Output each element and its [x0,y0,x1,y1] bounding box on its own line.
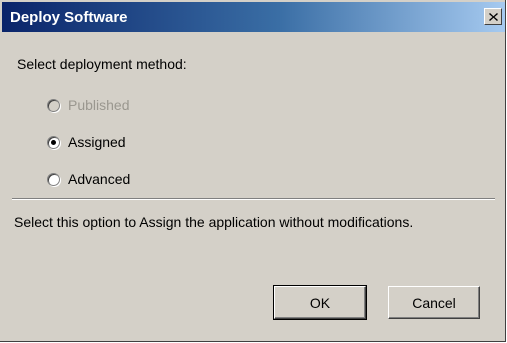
separator [12,198,495,200]
option-description: Select this option to Assign the applica… [14,214,414,230]
radio-advanced-label: Advanced [68,171,131,187]
radio-published-label: Published [68,97,130,113]
deploy-software-dialog: Deploy Software Select deployment method… [0,0,506,342]
deployment-method-heading: Select deployment method: [17,56,187,72]
radio-selected-dot [51,139,56,145]
radio-assigned-circle[interactable] [47,135,60,149]
cancel-button[interactable]: Cancel [388,286,480,319]
title-bar[interactable]: Deploy Software [2,2,505,32]
close-button[interactable] [484,8,502,25]
radio-published-circle[interactable] [47,98,60,112]
radio-assigned[interactable]: Assigned [47,134,126,150]
radio-advanced-circle[interactable] [47,172,60,186]
radio-published[interactable]: Published [47,97,130,113]
window-title: Deploy Software [10,9,128,26]
radio-advanced[interactable]: Advanced [47,171,130,187]
radio-assigned-label: Assigned [68,134,126,150]
close-icon [488,12,498,21]
ok-button[interactable]: OK [273,285,367,320]
